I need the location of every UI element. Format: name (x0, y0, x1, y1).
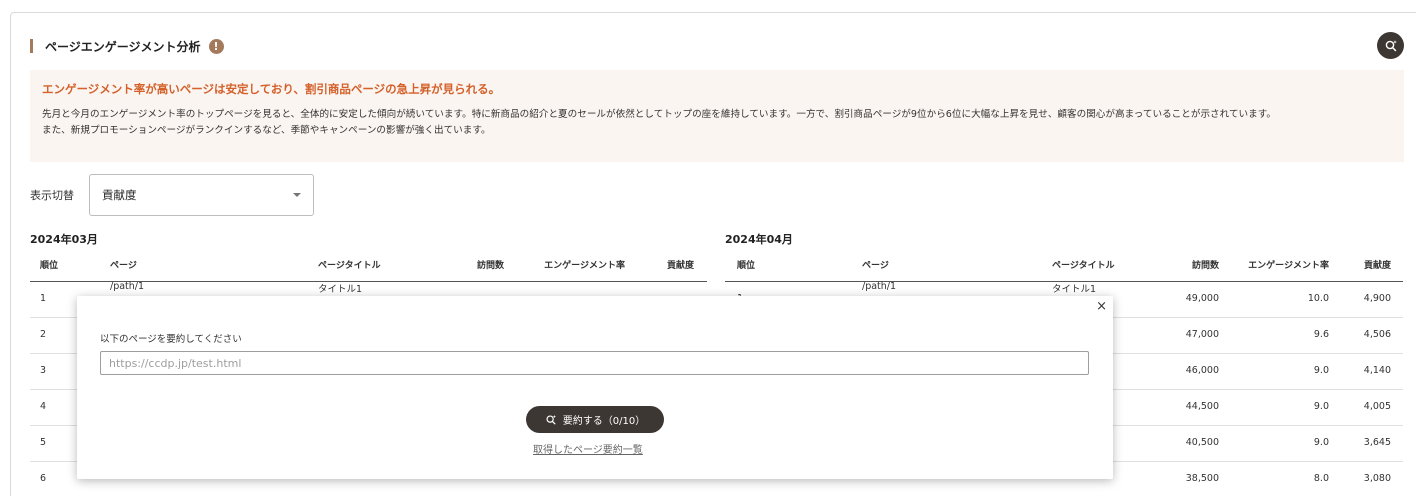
cell-visits: 40,500 (1185, 437, 1219, 448)
col-contribution: 貢献度 (1363, 261, 1391, 271)
close-icon[interactable]: × (1096, 299, 1107, 314)
col-engagement: エンゲージメント率 (1248, 261, 1329, 271)
cell-contribution: 4,900 (1363, 293, 1391, 304)
cell-contribution: 3,645 (1363, 437, 1391, 448)
col-visits: 訪問数 (476, 261, 504, 271)
col-page: ページ (110, 261, 137, 271)
insight-body-line: また、新規プロモーションページがランクインするなど、季節やキャンペーンの影響が強… (42, 125, 491, 136)
col-page: ページ (862, 261, 889, 271)
cell-page-title: タイトル1 (1052, 284, 1097, 295)
section-accent-bar (30, 39, 33, 53)
cell-engagement: 9.6 (1313, 329, 1329, 340)
summary-url-input[interactable] (100, 351, 1089, 375)
col-visits: 訪問数 (1191, 261, 1219, 271)
insight-headline: エンゲージメント率が高いページは安定しており、割引商品ページの急上昇が見られる。 (42, 82, 501, 96)
col-rank: 順位 (737, 261, 756, 271)
cell-contribution: 3,080 (1363, 473, 1391, 484)
cell-visits: 44,500 (1185, 401, 1219, 412)
cell-engagement: 8.0 (1313, 473, 1329, 484)
chevron-down-icon (293, 193, 301, 197)
cell-contribution: 4,140 (1363, 365, 1391, 376)
view-switch-select[interactable]: 貢献度 (89, 174, 314, 216)
col-page-title: ページタイトル (318, 261, 381, 271)
table-header: 順位 ページ ページタイトル 訪問数 エンゲージメント率 貢献度 (30, 252, 707, 282)
cell-rank: 4 (40, 401, 47, 412)
cell-rank: 3 (40, 365, 47, 376)
cell-page: /path/1 (862, 281, 897, 292)
col-rank: 順位 (40, 261, 59, 271)
cell-visits: 46,000 (1185, 365, 1219, 376)
cell-contribution: 4,506 (1363, 329, 1391, 340)
summary-url-label: 以下のページを要約してください (100, 334, 242, 345)
cell-engagement: 9.0 (1313, 437, 1329, 448)
ai-search-button[interactable] (1377, 32, 1404, 59)
summary-history-link[interactable]: 取得したページ要約一覧 (533, 441, 643, 456)
cell-rank: 6 (40, 473, 47, 484)
cell-page: /path/1 (110, 281, 145, 292)
cell-engagement: 10.0 (1307, 293, 1329, 304)
insight-body-line: 先月と今月のエンゲージメント率のトップページを見ると、全体的に安定した傾向が続い… (42, 109, 1276, 120)
insight-box: エンゲージメント率が高いページは安定しており、割引商品ページの急上昇が見られる。… (30, 70, 1404, 162)
cell-visits: 47,000 (1185, 329, 1219, 340)
view-switch-label: 表示切替 (30, 189, 74, 202)
march-month-label: 2024年03月 (30, 233, 98, 246)
ai-search-icon (1385, 39, 1397, 51)
ai-search-icon (546, 414, 556, 424)
cell-page-title: タイトル1 (318, 284, 363, 295)
col-engagement: エンゲージメント率 (544, 261, 625, 271)
table-header: 順位 ページ ページタイトル 訪問数 エンゲージメント率 貢献度 (725, 252, 1403, 282)
cell-visits: 38,500 (1185, 473, 1219, 484)
col-page-title: ページタイトル (1052, 261, 1115, 271)
cell-rank: 2 (40, 329, 47, 340)
view-switch-value: 貢献度 (102, 188, 137, 202)
page-summary-modal: × 以下のページを要約してください 要約する（0/10） 取得したページ要約一覧 (77, 296, 1113, 479)
cell-rank: 1 (40, 293, 47, 304)
summarize-button[interactable]: 要約する（0/10） (526, 406, 664, 433)
cell-engagement: 9.0 (1313, 401, 1329, 412)
info-icon[interactable]: ! (208, 38, 224, 54)
cell-rank: 5 (40, 437, 47, 448)
april-month-label: 2024年04月 (725, 233, 793, 246)
col-contribution: 貢献度 (666, 261, 694, 271)
section-title: ページエンゲージメント分析 (45, 39, 201, 54)
cell-visits: 49,000 (1185, 293, 1219, 304)
summarize-button-label: 要約する（0/10） (562, 416, 646, 427)
insight-body: 先月と今月のエンゲージメント率のトップページを見ると、全体的に安定した傾向が続い… (42, 107, 1392, 139)
cell-engagement: 9.0 (1313, 365, 1329, 376)
section-header: ページエンゲージメント分析 ! (30, 36, 224, 56)
cell-contribution: 4,005 (1363, 401, 1391, 412)
